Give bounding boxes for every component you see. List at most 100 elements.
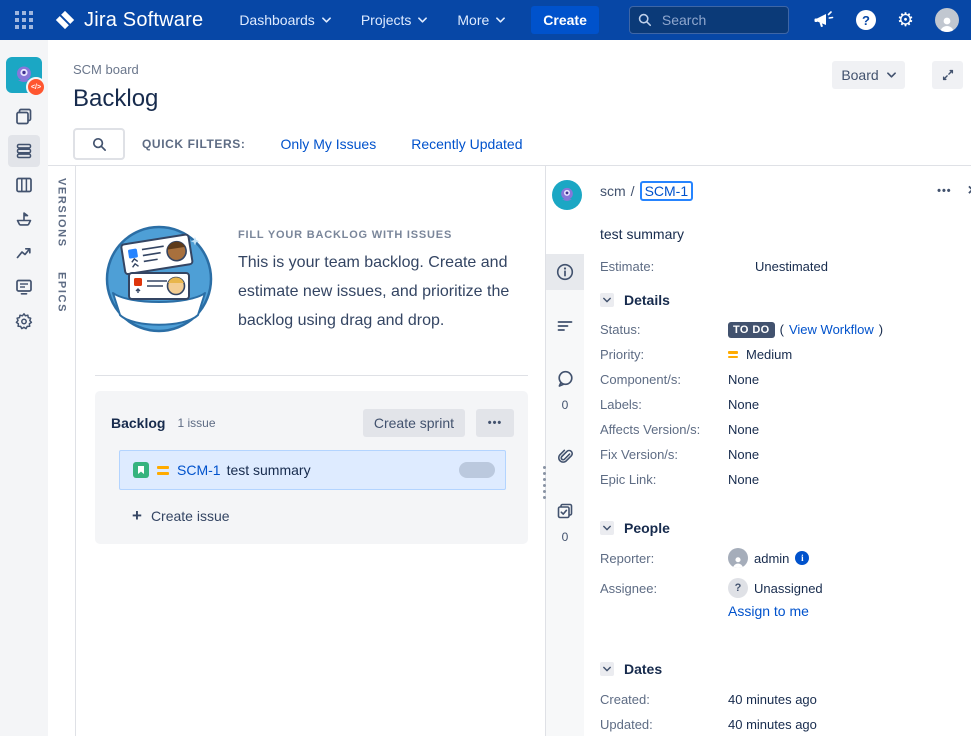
plus-icon: + [132,507,142,524]
issue-project-avatar [552,180,582,210]
sidebar-item-releases[interactable] [8,203,40,235]
help-icon[interactable]: ? [856,10,876,30]
estimate-label: Estimate: [600,259,755,274]
search-icon [92,137,107,152]
user-avatar[interactable] [935,8,959,32]
tab-details[interactable] [546,254,584,290]
details-section-title: Details [624,292,670,308]
chevron-down-icon [603,297,611,303]
issue-key-link[interactable]: SCM-1 [177,462,221,478]
labels-value[interactable]: None [728,397,759,412]
nav-item-projects[interactable]: Projects [361,12,428,28]
versions-epics-strip: VERSIONS EPICS [48,166,76,736]
dates-section-title: Dates [624,661,662,677]
sidebar-item-issues[interactable] [8,271,40,303]
sidebar-item-reports[interactable] [8,237,40,269]
top-navbar: Jira Software Dashboards Projects More C… [0,0,971,40]
people-section-header: People [600,519,971,537]
project-avatar[interactable]: </> [6,57,42,93]
reporter-row: Reporter: admin i [600,547,971,569]
backlog-section: Backlog 1 issue Create sprint ••• SCM-1 [95,391,528,544]
nav-search-box[interactable] [629,6,789,34]
epic-link-value[interactable]: None [728,472,759,487]
field-epic-link: Epic Link: None [600,467,971,492]
user-info-icon[interactable]: i [795,551,809,565]
field-status: Status: TO DO (View Workflow) [600,317,971,342]
close-icon[interactable]: × [968,182,971,200]
backlog-section-header: Backlog 1 issue Create sprint ••• [111,409,514,437]
filter-recently-updated[interactable]: Recently Updated [411,136,522,152]
tab-comments[interactable] [546,369,584,389]
affects-versions-value[interactable]: None [728,422,759,437]
issue-summary-title[interactable]: test summary [600,226,971,246]
fullscreen-button[interactable] [932,61,963,89]
dates-collapse-button[interactable] [600,662,614,676]
create-button[interactable]: Create [531,6,599,34]
details-collapse-button[interactable] [600,293,614,307]
create-sprint-button[interactable]: Create sprint [363,409,465,437]
people-collapse-button[interactable] [600,521,614,535]
reporter-name[interactable]: admin [754,551,789,566]
backlog-more-button[interactable]: ••• [476,409,514,437]
breadcrumb-separator: / [631,183,635,199]
board-columns-icon [14,175,34,195]
detail-tab-rail: 0 0 [546,166,584,736]
nav-right-icons: ? ⚙ [813,8,959,32]
empty-state-body: This is your team backlog. Create and es… [238,248,543,335]
subtasks-icon [555,501,575,521]
empty-state-text: FILL YOUR BACKLOG WITH ISSUES This is yo… [238,229,543,335]
announcements-megaphone-icon[interactable] [813,10,835,30]
issues-monitor-icon [14,277,34,297]
view-workflow-link[interactable]: View Workflow [789,322,874,337]
status-badge[interactable]: TO DO [728,322,775,338]
backlog-icon [14,141,34,161]
epics-panel-toggle[interactable]: EPICS [56,272,68,313]
issue-row[interactable]: SCM-1 test summary [119,450,506,490]
backlog-search-button[interactable] [73,128,125,160]
components-value[interactable]: None [728,372,759,387]
sidebar-item-backlog[interactable] [8,135,40,167]
sidebar-item-boards[interactable] [8,101,40,133]
sidebar-item-addons[interactable] [8,305,40,337]
priority-medium-icon [728,351,738,358]
fix-versions-value[interactable]: None [728,447,759,462]
field-labels: Labels: None [600,392,971,417]
subtasks-count: 0 [546,530,584,544]
assign-to-me-link[interactable]: Assign to me [728,603,971,621]
settings-gear-icon[interactable]: ⚙ [897,11,914,30]
reporter-avatar [728,548,748,568]
board-selector-button[interactable]: Board [832,61,905,89]
empty-state-heading: FILL YOUR BACKLOG WITH ISSUES [238,229,543,241]
unassigned-avatar: ? [728,578,748,598]
assignee-name[interactable]: Unassigned [754,581,823,596]
tab-subtasks[interactable] [546,501,584,521]
create-issue-button[interactable]: + Create issue [132,507,514,524]
create-issue-label: Create issue [151,508,230,524]
chevron-down-icon [418,17,427,23]
issue-key-link[interactable]: SCM-1 [640,181,694,201]
project-badge-icon: </> [26,77,46,97]
board-header: SCM board Backlog Board QUICK FILTERS: [48,40,971,165]
app-switcher-icon[interactable] [12,8,36,32]
chevron-down-icon [603,525,611,531]
search-input[interactable] [660,11,774,29]
detail-actions: ••• × [937,182,971,200]
estimate-value[interactable]: Unestimated [755,259,828,274]
backlog-actions: Create sprint ••• [363,409,514,437]
details-fields: Status: TO DO (View Workflow) Priority: … [600,317,971,492]
detail-more-button[interactable]: ••• [937,185,952,197]
sidebar-item-active-sprints[interactable] [8,169,40,201]
nav-item-more[interactable]: More [457,12,505,28]
project-robot-icon [557,185,577,205]
nav-item-dashboards[interactable]: Dashboards [239,12,331,28]
project-key-link[interactable]: scm [600,183,626,199]
priority-value[interactable]: Medium [746,347,792,362]
estimate-pill[interactable] [459,462,495,478]
comment-bubble-icon [555,369,575,389]
tab-description[interactable] [546,316,584,336]
versions-panel-toggle[interactable]: VERSIONS [56,178,68,248]
jira-logo[interactable]: Jira Software [54,9,203,32]
filter-only-my-issues[interactable]: Only My Issues [281,136,377,152]
updated-row: Updated: 40 minutes ago [600,712,971,736]
tab-attachments[interactable] [546,446,584,466]
